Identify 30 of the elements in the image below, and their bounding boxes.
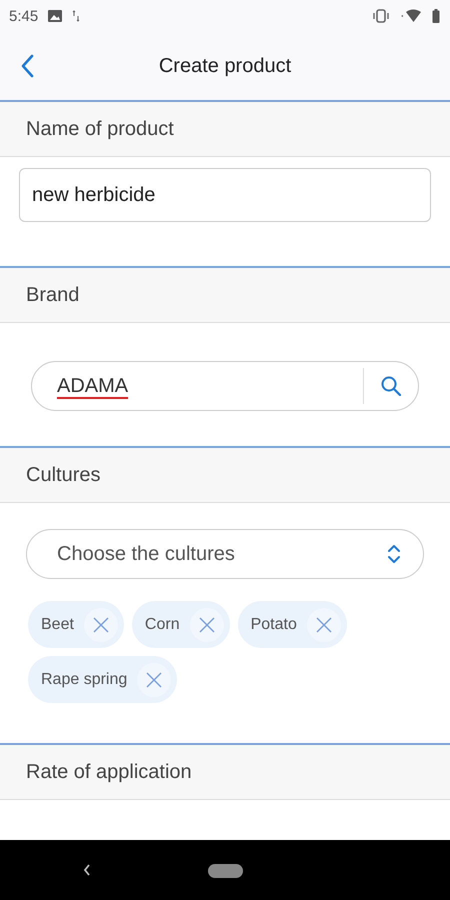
- chip-label: Corn: [144, 616, 180, 634]
- battery-icon: [432, 9, 440, 23]
- vibrate-icon: [372, 9, 390, 23]
- chip-label: Beet: [41, 616, 74, 634]
- remove-chip-button[interactable]: [190, 608, 224, 642]
- close-icon: [92, 616, 110, 634]
- image-icon: [48, 10, 62, 22]
- section-header: Name of product: [0, 102, 450, 157]
- home-button[interactable]: [208, 864, 243, 878]
- section-header: Rate of application: [0, 745, 450, 800]
- data-arrows-icon: [72, 10, 80, 22]
- status-time: 5:45: [9, 8, 38, 24]
- close-icon: [314, 616, 333, 634]
- back-icon[interactable]: [82, 863, 92, 877]
- remove-chip-button[interactable]: [137, 662, 172, 696]
- remove-chip-button[interactable]: [306, 608, 341, 642]
- section-header: Brand: [0, 268, 450, 323]
- up-down-chevron-icon: [387, 544, 401, 564]
- search-icon: [381, 376, 401, 396]
- chip-label: Potato: [250, 616, 297, 634]
- close-icon: [145, 670, 164, 688]
- section-header: Cultures: [0, 448, 450, 503]
- input-field[interactable]: new herbicide: [19, 168, 431, 222]
- back-chevron-icon: [20, 54, 34, 78]
- remove-chip-button[interactable]: [84, 608, 118, 642]
- chip-label: Rape spring: [41, 670, 128, 688]
- close-icon: [198, 616, 216, 634]
- screen-title: Create product: [158, 54, 292, 78]
- wifi-icon: [400, 9, 422, 23]
- cultures-dropdown[interactable]: Choose the cultures: [26, 529, 424, 579]
